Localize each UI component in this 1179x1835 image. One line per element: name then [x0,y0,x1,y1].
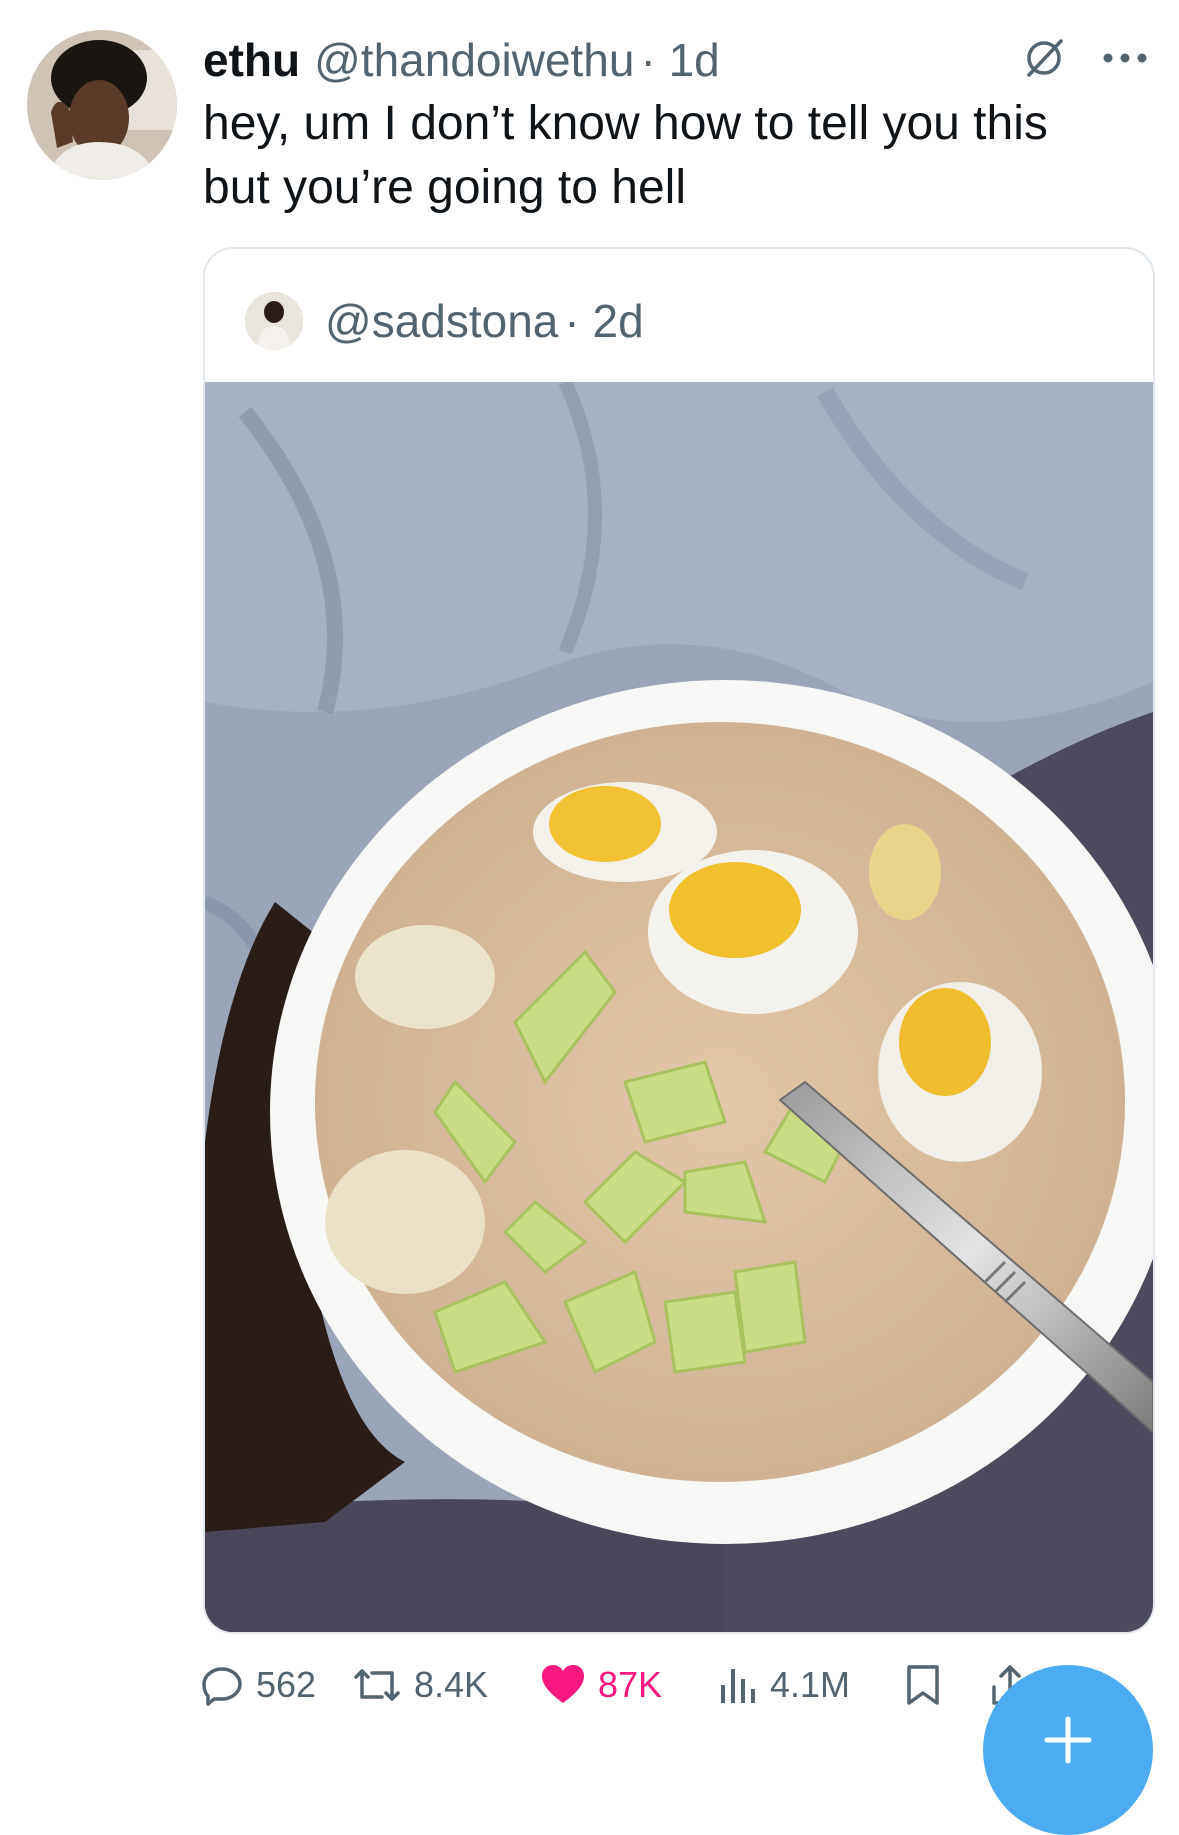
like-icon [542,1665,584,1703]
views-icon [721,1669,755,1703]
author-avatar[interactable] [27,30,177,180]
more-icon[interactable] [1101,51,1149,70]
user-handle[interactable]: @thandoiwethu [314,33,634,87]
quoted-avatar[interactable] [245,292,303,350]
reply-button[interactable]: 562 [200,1645,316,1725]
views-count: 4.1M [770,1664,851,1705]
repost-icon [354,1669,400,1701]
quoted-tweet[interactable]: @sadstona · 2d [203,247,1155,1634]
bookmark-button[interactable] [905,1645,953,1725]
display-name[interactable]: ethu [203,33,300,87]
tweet-top-actions [1021,30,1149,90]
tweet-header: ethu @thandoiwethu · 1d [203,30,720,90]
quoted-handle[interactable]: @sadstona [325,294,558,348]
reply-icon [202,1667,242,1706]
quoted-header: @sadstona · 2d [245,291,644,351]
grok-icon[interactable] [1021,35,1067,86]
compose-button[interactable] [983,1665,1153,1835]
tweet-time[interactable]: · 1d [640,33,719,87]
repost-count: 8.4K [414,1664,489,1705]
tweet-text: hey, um I don’t know how to tell you thi… [203,97,1048,214]
compose-plus-icon [1044,1716,1092,1764]
quoted-time[interactable]: · 2d [564,294,643,348]
like-button[interactable]: 87K [540,1645,662,1725]
repost-button[interactable]: 8.4K [352,1645,488,1725]
like-count: 87K [598,1664,663,1705]
quoted-photo[interactable] [205,379,1153,1632]
bookmark-icon [907,1665,939,1705]
reply-count: 562 [256,1664,317,1705]
views-button[interactable]: 4.1M [718,1645,850,1725]
